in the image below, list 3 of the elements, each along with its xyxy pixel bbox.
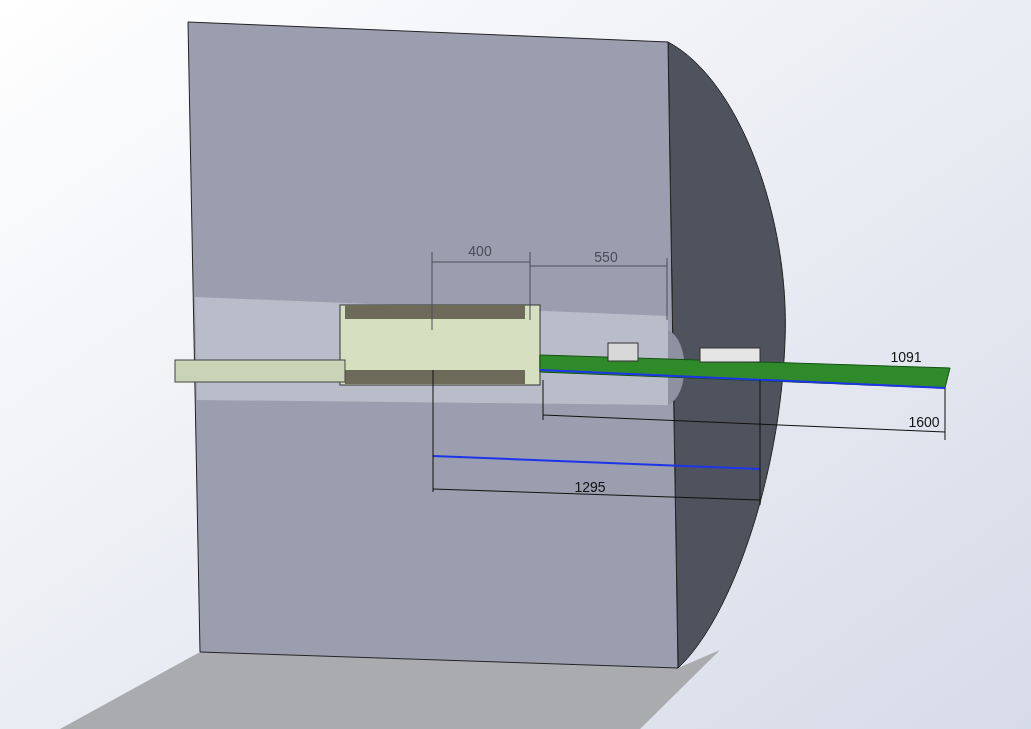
dimension-label[interactable]: 1091 bbox=[890, 349, 922, 365]
dimension-label[interactable]: 1295 bbox=[574, 479, 606, 495]
dimension-label[interactable]: 1600 bbox=[908, 414, 940, 430]
